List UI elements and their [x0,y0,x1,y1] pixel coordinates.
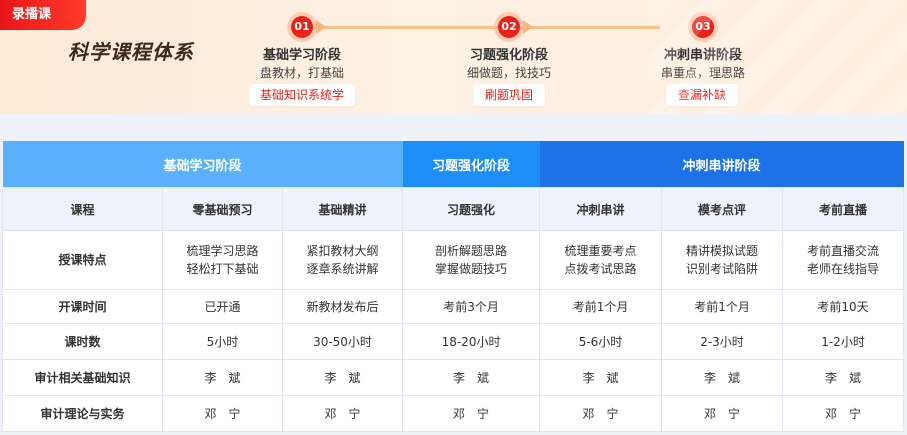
column-header: 冲刺串讲 [539,187,663,231]
table-cell: 邓 宁 [539,395,663,432]
course-banner: 录播课 科学课程体系 01 基础学习阶段 盘教材，打基础 基础知识系统学 02 … [0,0,907,114]
banner-title: 科学课程体系 [68,40,194,64]
stage-name: 冲刺串讲阶段 [663,48,742,63]
table-cell: 邓 宁 [661,395,784,432]
table-cell: 李 斌 [281,359,404,396]
cell-line: 剖析解题思路 [435,244,508,258]
stage-subtitle: 细做题，找技巧 [466,66,551,80]
table-cell: 1-2小时 [782,323,905,360]
table-cell: 梳理学习思路 轻松打下基础 [162,230,283,290]
recorded-course-tag: 录播课 [0,0,86,30]
column-header: 基础精讲 [281,187,404,231]
table-cell: 考前3个月 [402,289,541,324]
column-header: 零基础预习 [162,187,283,231]
table-row: 审计理论与实务 邓 宁 邓 宁 邓 宁 邓 宁 邓 宁 邓 宁 [2,395,905,432]
stage-button-practice[interactable]: 刷题巩固 [473,84,545,106]
table-cell: 李 斌 [162,359,283,396]
table-cell: 18-20小时 [402,323,541,360]
row-label: 授课特点 [2,230,163,290]
cell-line: 掌握做题技巧 [435,262,508,276]
table-cell: 考前直播交流 老师在线指导 [782,230,905,290]
phase-header-sprint: 冲刺串讲阶段 [539,141,904,188]
cell-line: 老师在线指导 [807,262,880,276]
cell-line: 识别考试陷阱 [686,262,759,276]
table-cell: 考前1个月 [539,289,663,324]
table-cell: 考前10天 [782,289,905,324]
stage-subtitle: 盘教材，打基础 [259,66,344,80]
course-table: 基础学习阶段 习题强化阶段 冲刺串讲阶段 课程 零基础预习 基础精讲 习题强化 … [2,141,905,432]
table-row: 课时数 5小时 30-50小时 18-20小时 5-6小时 2-3小时 1-2小… [2,323,905,360]
row-label: 开课时间 [2,289,163,324]
table-cell: 李 斌 [539,359,663,396]
stage-subtitle: 串重点，理思路 [660,66,745,80]
column-header: 考前直播 [782,187,905,231]
arrow-right-icon [523,20,533,34]
table-cell: 邓 宁 [402,395,541,432]
table-row: 授课特点 梳理学习思路 轻松打下基础 紧扣教材大纲 逐章系统讲解 剖析解题思路 掌握做… [2,230,905,290]
cell-line: 轻松打下基础 [186,262,259,276]
arrow-right-icon [316,20,326,34]
table-cell: 新教材发布后 [281,289,404,324]
table-cell: 李 斌 [782,359,905,396]
table-cell: 李 斌 [402,359,541,396]
table-cell: 已开通 [162,289,283,324]
table-cell: 5-6小时 [539,323,663,360]
table-cell: 邓 宁 [162,395,283,432]
table-cell: 李 斌 [661,359,784,396]
table-cell: 邓 宁 [782,395,905,432]
table-cell: 邓 宁 [281,395,404,432]
cell-line: 精讲模拟试题 [686,244,759,258]
cell-line: 梳理重要考点 [564,244,637,258]
cell-line: 梳理学习思路 [186,244,259,258]
stage-connector-line [520,26,660,29]
table-cell: 紧扣教材大纲 逐章系统讲解 [281,230,404,290]
stage-button-basic-knowledge[interactable]: 基础知识系统学 [249,84,355,106]
cell-line: 逐章系统讲解 [306,262,379,276]
stage-number-badge: 02 [498,16,520,38]
stage-name: 基础学习阶段 [262,48,341,63]
stage-name: 习题强化阶段 [469,48,548,63]
row-label: 审计理论与实务 [2,395,163,432]
phase-header-basic: 基础学习阶段 [2,141,403,188]
table-cell: 2-3小时 [661,323,784,360]
row-label: 课时数 [2,323,163,360]
stage-button-review[interactable]: 查漏补缺 [666,84,738,106]
cell-line: 紧扣教材大纲 [306,244,379,258]
table-row: 审计相关基础知识 李 斌 李 斌 李 斌 李 斌 李 斌 李 斌 [2,359,905,396]
table-cell: 30-50小时 [281,323,404,360]
table-cell: 5小时 [162,323,283,360]
stage-number-badge: 01 [291,16,313,38]
table-cell: 梳理重要考点 点拨考试思路 [539,230,663,290]
table-cell: 考前1个月 [661,289,784,324]
stage-number-badge: 03 [692,16,714,38]
table-row: 开课时间 已开通 新教材发布后 考前3个月 考前1个月 考前1个月 考前10天 [2,289,905,324]
table-cell: 精讲模拟试题 识别考试陷阱 [661,230,784,290]
row-label: 审计相关基础知识 [2,359,163,396]
cell-line: 考前直播交流 [807,244,880,258]
cell-line: 点拨考试思路 [564,262,637,276]
stage-connector-line [314,26,500,29]
column-header: 模考点评 [661,187,784,231]
column-header: 习题强化 [402,187,541,231]
column-header: 课程 [2,187,163,231]
phase-header-practice: 习题强化阶段 [402,141,540,188]
table-cell: 剖析解题思路 掌握做题技巧 [402,230,541,290]
